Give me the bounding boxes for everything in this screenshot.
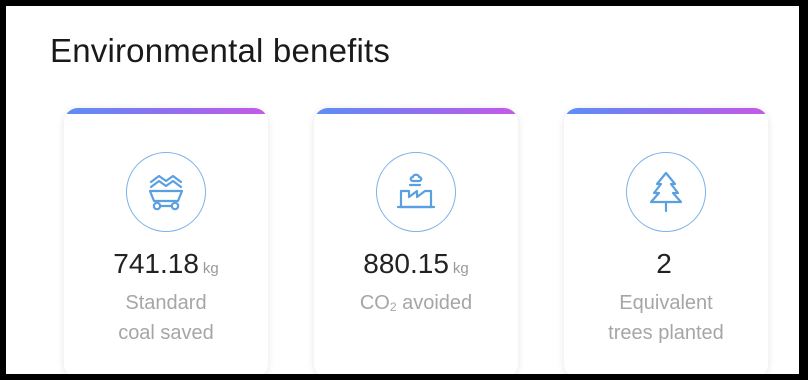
coal-value-line: 741.18 kg — [64, 248, 268, 280]
coal-cart-icon — [126, 152, 206, 232]
trees-value-line: 2 — [564, 248, 768, 280]
factory-icon — [376, 152, 456, 232]
coal-label: Standard coal saved — [64, 288, 268, 348]
co2-label-sub: 2 — [389, 300, 397, 314]
trees-label-line2: trees planted — [608, 322, 724, 344]
section-title: Environmental benefits — [50, 32, 391, 69]
co2-value-line: 880.15 kg — [314, 248, 518, 280]
co2-unit: kg — [452, 260, 469, 277]
coal-unit: kg — [202, 260, 219, 277]
trees-label: Equivalent trees planted — [564, 288, 768, 348]
trees-label-line1: Equivalent — [619, 292, 713, 314]
co2-label: CO2 avoided — [314, 288, 518, 322]
co2-label-co: CO — [359, 292, 390, 314]
coal-value: 741.18 — [113, 248, 199, 279]
coal-label-line1: Standard — [125, 292, 207, 314]
co2-label-line: CO2 avoided — [314, 288, 518, 322]
coal-saved-card: 741.18 kg Standard coal saved — [64, 108, 268, 374]
trees-value: 2 — [656, 248, 672, 279]
benefits-panel: Environmental benefits 741.18 kg Standard… — [6, 6, 799, 374]
co2-label-rest: avoided — [396, 292, 473, 314]
trees-planted-card: 2 Equivalent trees planted — [564, 108, 768, 374]
coal-label-line2: coal saved — [118, 322, 214, 344]
tree-icon — [626, 152, 706, 232]
co2-avoided-card: 880.15 kg CO2 avoided — [314, 108, 518, 374]
co2-value: 880.15 — [363, 248, 449, 279]
